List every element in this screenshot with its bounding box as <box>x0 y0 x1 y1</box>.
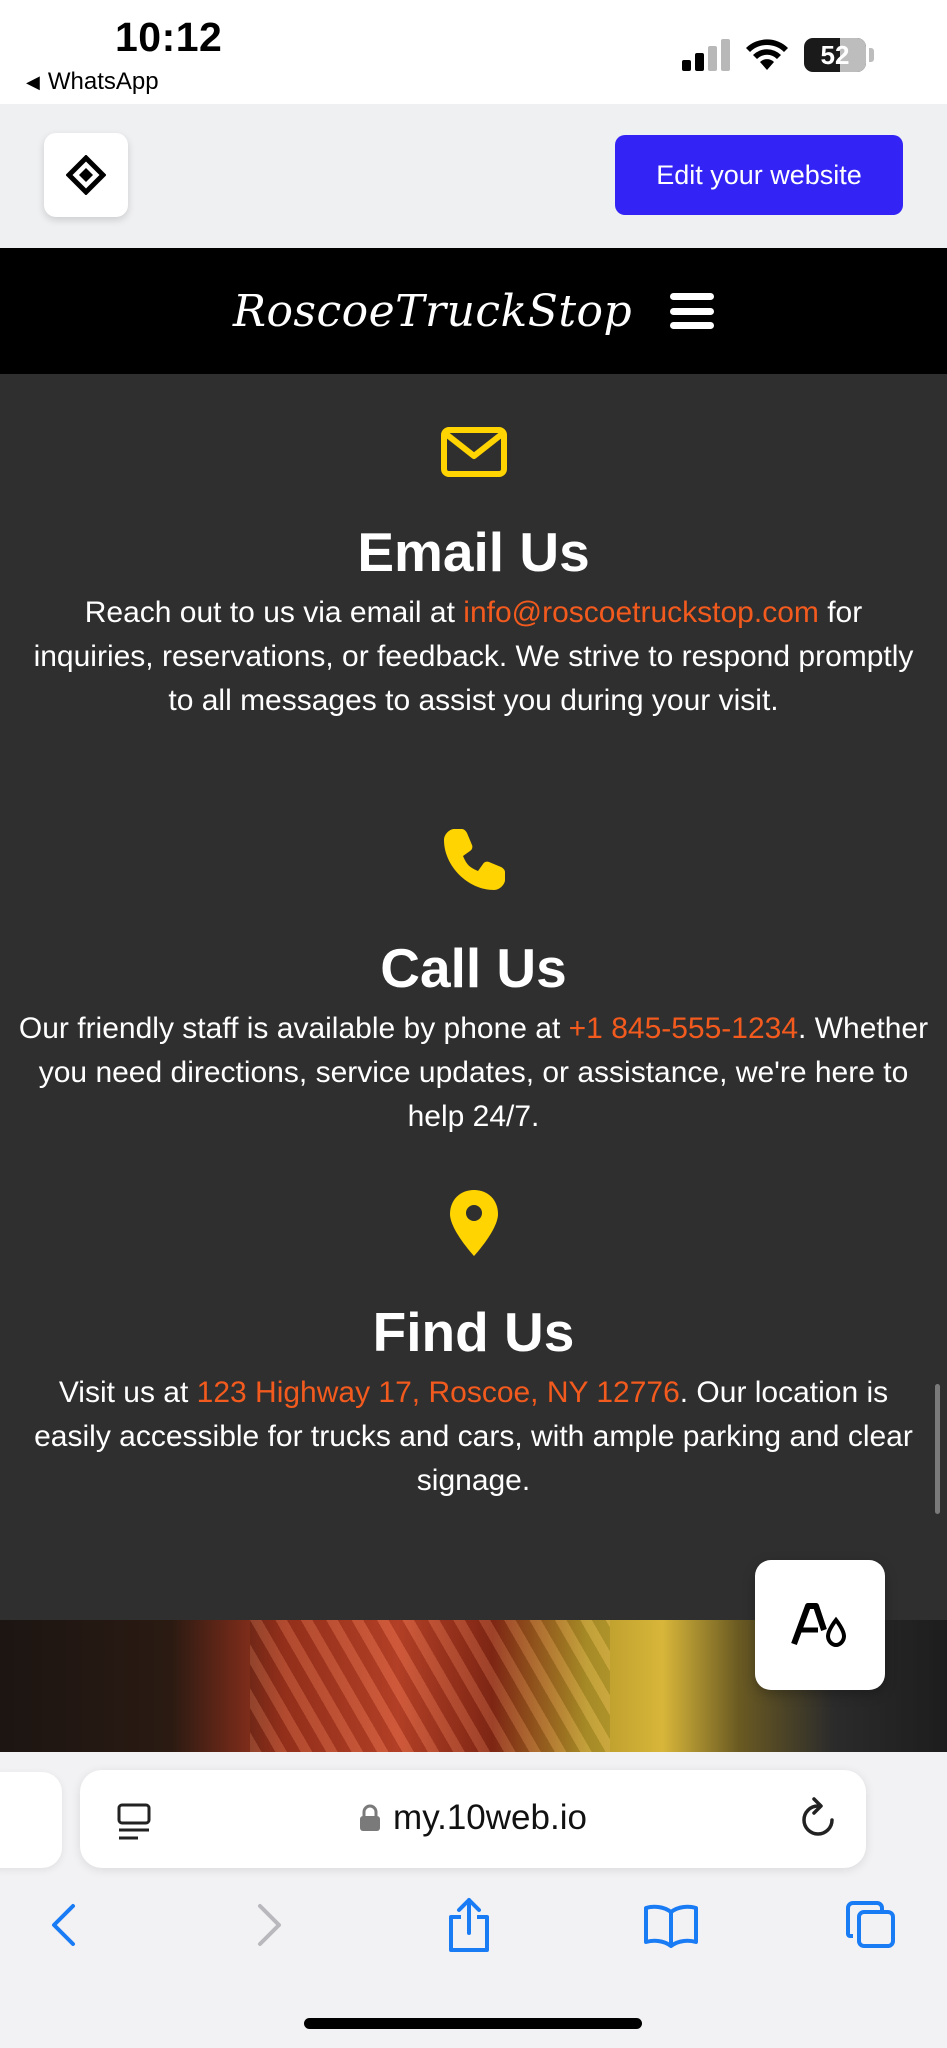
find-text-before: Visit us at <box>58 1375 197 1409</box>
map-pin-icon <box>449 1190 498 1256</box>
edit-website-button[interactable]: Edit your website <box>615 135 903 215</box>
email-text: Reach out to us via email at info@roscoe… <box>24 591 924 723</box>
envelope-icon <box>440 427 507 477</box>
tenweb-logo-icon <box>66 155 106 195</box>
call-title: Call Us <box>380 937 567 999</box>
url-text: my.10web.io <box>393 1798 587 1837</box>
lock-icon <box>360 1804 381 1831</box>
share-icon <box>449 1898 489 1952</box>
back-app-label: WhatsApp <box>47 68 159 95</box>
hamburger-menu-icon[interactable] <box>670 293 715 329</box>
font-style-icon <box>791 1603 847 1648</box>
cellular-signal-icon <box>682 39 730 71</box>
previous-tab-preview[interactable] <box>0 1772 62 1868</box>
page-scroll-indicator[interactable] <box>935 1384 940 1514</box>
back-button[interactable] <box>28 1890 98 1960</box>
battery-level: 52 <box>820 40 850 70</box>
home-indicator[interactable] <box>304 2018 642 2029</box>
call-text-before: Our friendly staff is available by phone… <box>18 1011 569 1045</box>
contact-section: Email Us Reach out to us via email at in… <box>0 374 947 1620</box>
forward-chevron-icon <box>258 1904 281 1946</box>
status-bar: 10:12 ◀ WhatsApp 52 <box>0 0 947 104</box>
find-text: Visit us at 123 Highway 17, Roscoe, NY 1… <box>34 1371 914 1503</box>
tenweb-logo-button[interactable] <box>44 133 128 217</box>
back-triangle-icon: ◀ <box>26 71 40 92</box>
address-link[interactable]: 123 Highway 17, Roscoe, NY 12776 <box>197 1376 680 1409</box>
status-time: 10:12 <box>115 14 223 60</box>
book-icon <box>644 1904 698 1948</box>
phone-icon <box>443 829 505 890</box>
tabs-icon <box>846 1901 895 1948</box>
site-brand[interactable]: RoscoeTruckStop <box>233 286 632 337</box>
forward-button[interactable] <box>235 1890 305 1960</box>
share-button[interactable] <box>434 1890 504 1960</box>
email-block: Email Us Reach out to us via email at in… <box>0 426 947 723</box>
style-editor-button[interactable] <box>755 1560 885 1690</box>
site-header: RoscoeTruckStop <box>0 248 947 374</box>
email-text-before: Reach out to us via email at <box>84 595 464 629</box>
editor-bar: Edit your website <box>0 104 947 248</box>
bookmarks-button[interactable] <box>636 1890 706 1960</box>
call-text: Our friendly staff is available by phone… <box>9 1007 939 1139</box>
email-link[interactable]: info@roscoetruckstop.com <box>463 596 819 629</box>
url-display[interactable]: my.10web.io <box>80 1798 866 1838</box>
email-title: Email Us <box>357 521 590 583</box>
address-bar[interactable]: my.10web.io <box>80 1770 866 1868</box>
find-title: Find Us <box>372 1301 575 1363</box>
find-block: Find Us Visit us at 123 Highway 17, Rosc… <box>0 1188 947 1503</box>
browser-toolbar: my.10web.io <box>0 1752 947 2048</box>
back-chevron-icon <box>52 1904 75 1946</box>
wifi-icon <box>746 39 788 70</box>
battery-icon: 52 <box>804 38 866 72</box>
tabs-button[interactable] <box>836 1890 906 1960</box>
browser-nav <box>0 1890 947 1960</box>
call-block: Call Us Our friendly staff is available … <box>0 826 947 1139</box>
battery-nub <box>869 48 874 62</box>
back-to-app[interactable]: ◀ WhatsApp <box>26 68 159 96</box>
reload-icon[interactable] <box>798 1796 838 1840</box>
phone-link[interactable]: +1 845-555-1234 <box>569 1012 798 1045</box>
